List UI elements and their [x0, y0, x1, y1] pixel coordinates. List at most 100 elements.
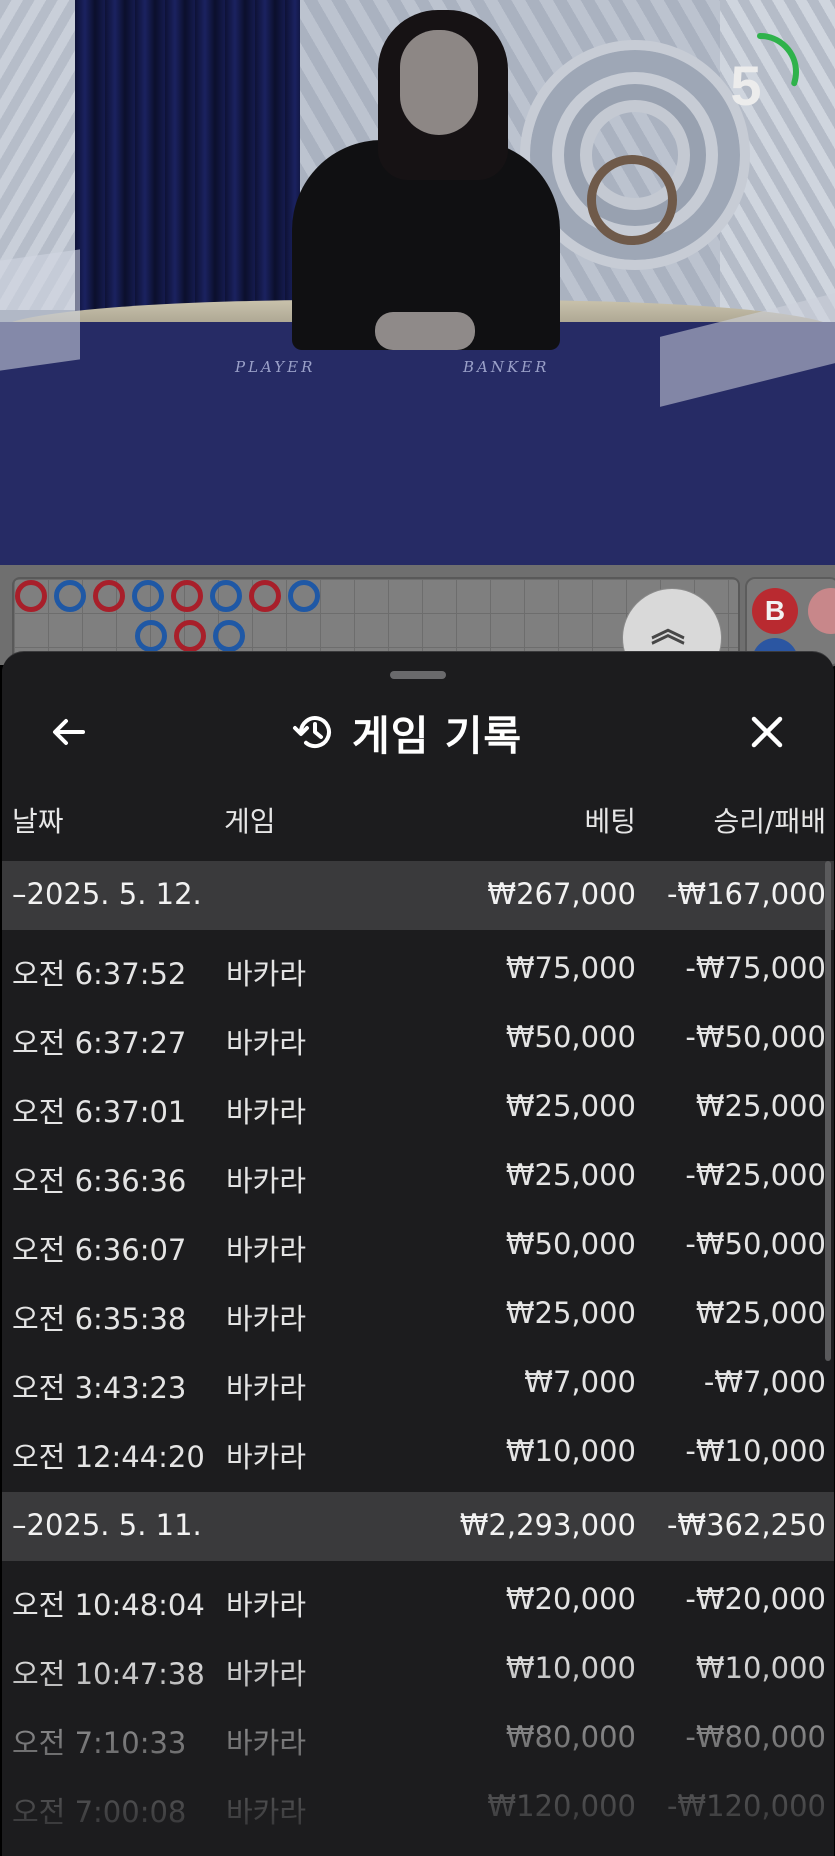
card-shoe-left [0, 249, 80, 371]
row-time: 오전 6:36:36 [12, 1164, 187, 1198]
history-row[interactable]: 오전 6:35:38 바카라 ₩25,000 ₩25,000 [2, 1275, 834, 1344]
row-bet: ₩7,000 [524, 1365, 636, 1399]
history-row[interactable]: 오전 6:36:07 바카라 ₩50,000 -₩50,000 [2, 1206, 834, 1275]
column-header-bet: 베팅 [584, 805, 636, 838]
row-bet: ₩10,000 [505, 1651, 636, 1685]
row-game: 바카라 [226, 1026, 307, 1060]
row-game: 바카라 [226, 1726, 307, 1760]
row-bet: ₩25,000 [505, 1158, 636, 1192]
group-total-win-loss: -₩167,000 [666, 877, 826, 911]
banker-bead [171, 580, 203, 612]
live-video: PLAYER BANKER 5 [0, 0, 835, 565]
row-win-loss: -₩80,000 [685, 1720, 826, 1754]
banker-bead [174, 620, 206, 652]
player-bead [132, 580, 164, 612]
history-row[interactable]: 오전 12:44:20 바카라 ₩10,000 -₩10,000 [2, 1413, 834, 1482]
banker-bead [249, 580, 281, 612]
row-win-loss: -₩75,000 [685, 951, 826, 985]
close-icon [751, 716, 783, 748]
date-group-header[interactable]: –2025. 5. 11. ₩2,293,000 -₩362,250 [2, 1492, 834, 1561]
row-game: 바카라 [226, 1657, 307, 1691]
row-game: 바카라 [226, 1164, 307, 1198]
row-bet: ₩25,000 [505, 1296, 636, 1330]
video-wall-ornament-core [587, 155, 677, 245]
row-bet: ₩50,000 [505, 1020, 636, 1054]
row-bet: ₩120,000 [487, 1789, 636, 1823]
group-date: –2025. 5. 12. [12, 877, 202, 911]
game-history-sheet: 게임 기록 날짜 게임 베팅 승리/패배 –2025. 5. 12. ₩267,… [2, 651, 834, 1856]
row-win-loss: -₩120,000 [666, 1789, 826, 1823]
row-game: 바카라 [226, 1095, 307, 1129]
history-row[interactable]: 오전 6:37:27 바카라 ₩50,000 -₩50,000 [2, 999, 834, 1068]
group-total-win-loss: -₩362,250 [666, 1508, 826, 1542]
history-row[interactable]: 오전 7:10:33 바카라 ₩80,000 -₩80,000 [2, 1699, 834, 1768]
column-header-date: 날짜 [12, 805, 64, 838]
row-time: 오전 7:00:08 [12, 1795, 187, 1829]
row-game: 바카라 [226, 1233, 307, 1267]
banker-prediction-button[interactable]: B [752, 588, 798, 634]
row-game: 바카라 [226, 1440, 307, 1474]
row-win-loss: -₩25,000 [685, 1158, 826, 1192]
row-win-loss: -₩50,000 [685, 1020, 826, 1054]
banker-bead [93, 580, 125, 612]
row-bet: ₩10,000 [505, 1434, 636, 1468]
row-time: 오전 7:10:33 [12, 1726, 187, 1760]
history-row[interactable]: 오전 6:37:01 바카라 ₩25,000 ₩25,000 [2, 1068, 834, 1137]
row-bet: ₩20,000 [505, 1582, 636, 1616]
history-scrollbar[interactable] [825, 861, 831, 1361]
row-bet: ₩75,000 [505, 951, 636, 985]
row-win-loss: -₩7,000 [703, 1365, 826, 1399]
row-game: 바카라 [226, 957, 307, 991]
row-game: 바카라 [226, 1302, 307, 1336]
row-win-loss: ₩25,000 [695, 1296, 826, 1330]
row-time: 오전 6:36:07 [12, 1233, 187, 1267]
history-row[interactable]: 오전 10:47:38 바카라 ₩10,000 ₩10,000 [2, 1630, 834, 1699]
history-row[interactable]: 오전 3:43:23 바카라 ₩7,000 -₩7,000 [2, 1344, 834, 1413]
row-bet: ₩50,000 [505, 1227, 636, 1261]
banker-bead [15, 580, 47, 612]
sheet-title: 게임 기록 [352, 712, 523, 760]
history-clock-icon [293, 716, 331, 749]
row-game: 바카라 [226, 1371, 307, 1405]
player-bead [54, 580, 86, 612]
player-bead [210, 580, 242, 612]
row-time: 오전 10:48:04 [12, 1588, 205, 1622]
row-time: 오전 6:37:52 [12, 957, 187, 991]
sheet-header: 게임 기록 [292, 707, 522, 760]
row-win-loss: -₩20,000 [685, 1582, 826, 1616]
arrow-left-icon [53, 719, 85, 745]
history-row[interactable]: 오전 6:37:52 바카라 ₩75,000 -₩75,000 [2, 930, 834, 999]
countdown-timer-value: 5 [730, 54, 762, 117]
row-bet: ₩25,000 [505, 1089, 636, 1123]
dealer-hands [375, 312, 475, 350]
history-row[interactable]: 오전 10:48:04 바카라 ₩20,000 -₩20,000 [2, 1561, 834, 1630]
table-label-banker: BANKER [463, 358, 550, 376]
date-group-header[interactable]: –2025. 5. 12. ₩267,000 -₩167,000 [2, 861, 834, 930]
row-time: 오전 6:35:38 [12, 1302, 187, 1336]
row-bet: ₩80,000 [505, 1720, 636, 1754]
group-date: –2025. 5. 11. [12, 1508, 202, 1542]
history-row[interactable]: 오전 7:00:08 바카라 ₩120,000 -₩120,000 [2, 1768, 834, 1837]
player-bead [135, 620, 167, 652]
history-list[interactable]: –2025. 5. 12. ₩267,000 -₩167,000 오전 6:37… [2, 861, 834, 1856]
row-game: 바카라 [226, 1588, 307, 1622]
row-win-loss: -₩10,000 [685, 1434, 826, 1468]
player-bead [288, 580, 320, 612]
row-game: 바카라 [226, 1795, 307, 1829]
dealer-face [400, 30, 478, 135]
back-button[interactable] [44, 707, 94, 757]
history-row[interactable]: 오전 6:36:36 바카라 ₩25,000 -₩25,000 [2, 1137, 834, 1206]
video-curtain [75, 0, 300, 330]
column-header-game: 게임 [224, 805, 276, 838]
player-bead [213, 620, 245, 652]
row-win-loss: ₩25,000 [695, 1089, 826, 1123]
row-time: 오전 10:47:38 [12, 1657, 205, 1691]
double-chevron-up-icon[interactable]: ︽ [651, 613, 685, 647]
game-screen: PLAYER BANKER 5 ︽ B 게임 기록 날짜 게임 베팅 승리/패배… [0, 0, 835, 1856]
sheet-drag-handle[interactable] [390, 671, 446, 679]
close-button[interactable] [742, 707, 792, 757]
group-total-bet: ₩2,293,000 [459, 1508, 636, 1542]
row-time: 오전 3:43:23 [12, 1371, 187, 1405]
row-time: 오전 6:37:01 [12, 1095, 187, 1129]
column-header-win-loss: 승리/패배 [713, 805, 826, 838]
